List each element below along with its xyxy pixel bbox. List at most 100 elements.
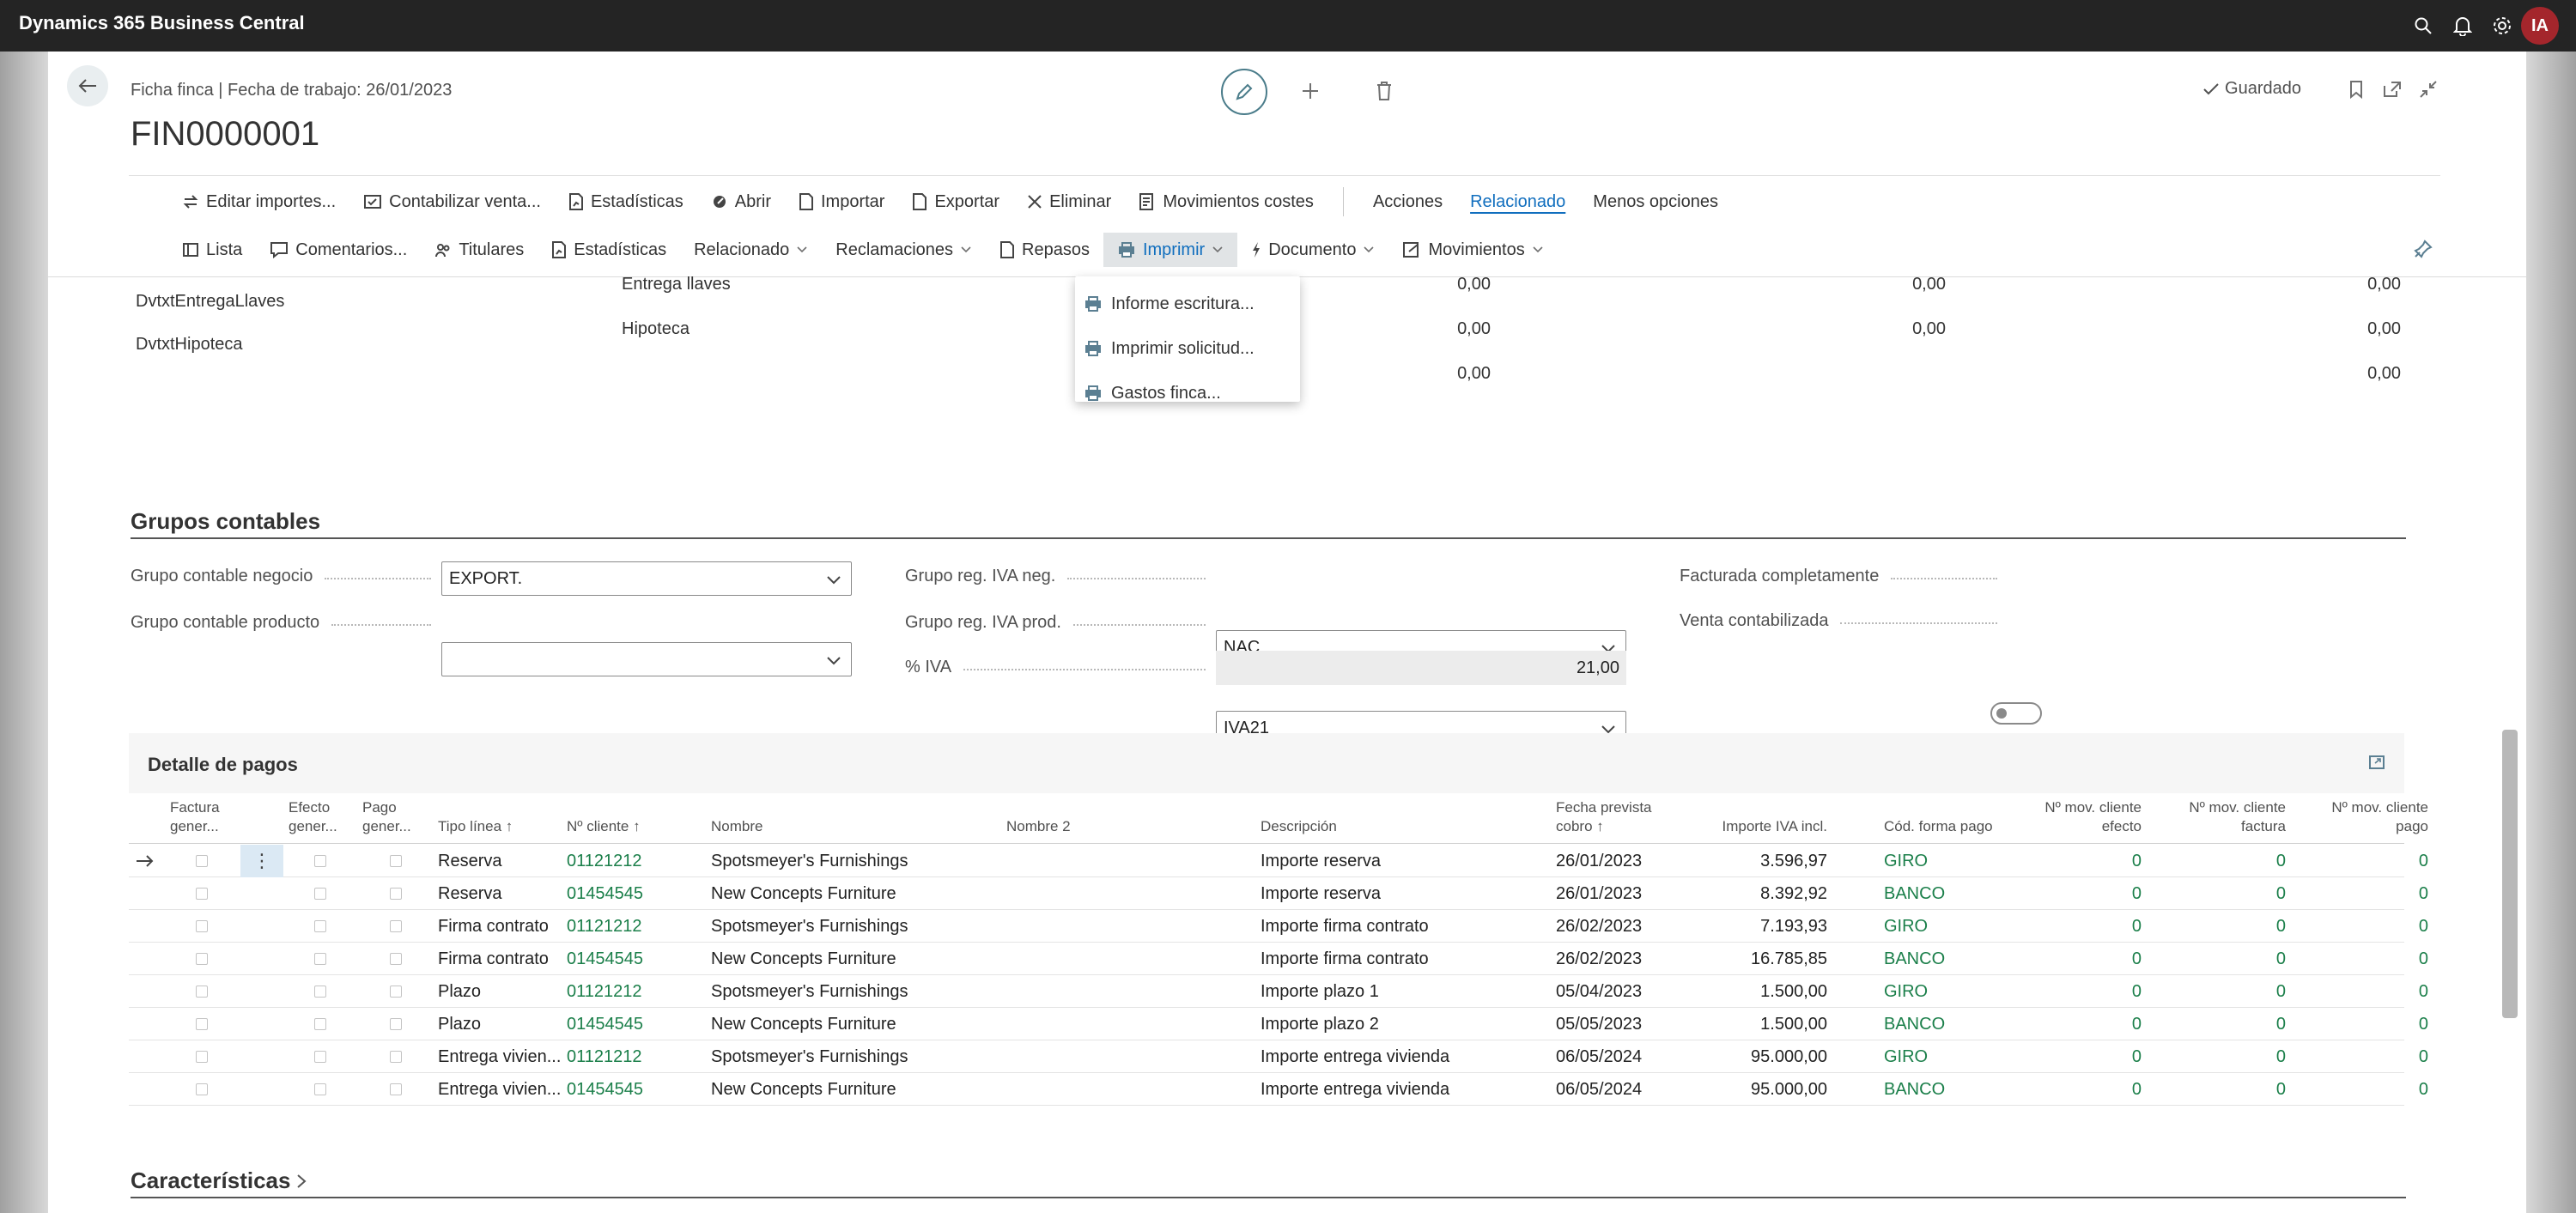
cell-cliente[interactable]: 01454545 <box>567 877 696 910</box>
efecto-checkbox[interactable] <box>314 855 326 867</box>
cell-mov-factura[interactable]: 0 <box>2171 1008 2286 1040</box>
cell-cliente[interactable]: 01121212 <box>567 1040 696 1073</box>
cell-forma[interactable]: BANCO <box>1884 1008 1996 1040</box>
cell-tipo[interactable]: Reserva <box>438 845 562 877</box>
actions-menu[interactable]: Acciones <box>1359 185 1456 219</box>
col-header-nombre2[interactable]: Nombre 2 <box>1006 817 1071 836</box>
new-button[interactable] <box>1293 74 1327 108</box>
cell-nombre[interactable]: New Concepts Furniture <box>711 877 994 910</box>
collapse-icon[interactable] <box>2411 72 2445 106</box>
statistics-action[interactable]: Estadísticas <box>555 185 697 219</box>
cell-forma[interactable]: BANCO <box>1884 1073 1996 1106</box>
table-row[interactable]: Entrega vivien... 01121212 Spotsmeyer's Fu… <box>129 1040 2428 1073</box>
search-icon[interactable] <box>2408 10 2439 41</box>
col-header-mov-pago[interactable]: Nº mov. cliente pago <box>2313 798 2428 836</box>
cell-fecha[interactable]: 26/02/2023 <box>1556 943 1668 975</box>
cell-mov-factura[interactable]: 0 <box>2171 1040 2286 1073</box>
cell-importe[interactable]: 7.193,93 <box>1666 910 1827 943</box>
open-new-window-icon[interactable] <box>2375 72 2409 106</box>
col-header-nombre[interactable]: Nombre <box>711 817 762 836</box>
efecto-checkbox[interactable] <box>314 1018 326 1030</box>
pago-checkbox[interactable] <box>390 920 402 932</box>
table-row[interactable]: Entrega vivien... 01454545 New Concepts Fu… <box>129 1073 2428 1106</box>
cell-nombre[interactable]: Spotsmeyer's Furnishings <box>711 845 994 877</box>
menu-item-gastos-finca[interactable]: Gastos finca... <box>1075 371 1300 415</box>
factura-checkbox[interactable] <box>196 855 208 867</box>
cell-mov-efecto[interactable]: 0 <box>2026 877 2142 910</box>
producto-select[interactable] <box>441 642 852 676</box>
cell-descripcion[interactable]: Importe entrega vivienda <box>1261 1040 1544 1073</box>
menu-item-informe-escritura[interactable]: Informe escritura... <box>1075 282 1300 326</box>
cell-mov-efecto[interactable]: 0 <box>2026 845 2142 877</box>
open-action[interactable]: Abrir <box>697 185 785 219</box>
pin-icon[interactable] <box>2406 232 2440 266</box>
reviews-action[interactable]: Repasos <box>986 233 1103 267</box>
fewer-options-button[interactable]: Menos opciones <box>1579 185 1732 219</box>
cell-mov-pago[interactable]: 0 <box>2313 910 2428 943</box>
table-row[interactable]: Firma contrato 01454545 New Concepts Furni… <box>129 943 2428 975</box>
cell-forma[interactable]: GIRO <box>1884 1040 1996 1073</box>
cell-importe[interactable]: 8.392,92 <box>1666 877 1827 910</box>
pago-checkbox[interactable] <box>390 888 402 900</box>
cell-forma[interactable]: GIRO <box>1884 845 1996 877</box>
cell-fecha[interactable]: 05/05/2023 <box>1556 1008 1668 1040</box>
cell-mov-pago[interactable]: 0 <box>2313 845 2428 877</box>
cell-descripcion[interactable]: Importe entrega vivienda <box>1261 1073 1544 1106</box>
cell-nombre[interactable]: New Concepts Furniture <box>711 943 994 975</box>
avatar[interactable]: IA <box>2521 7 2559 45</box>
holders-action[interactable]: Titulares <box>421 233 538 267</box>
col-header-pago[interactable]: Pago gener... <box>362 798 411 836</box>
table-row[interactable]: Plazo 01454545 New Concepts Furniture Impor… <box>129 1008 2428 1040</box>
cell-importe[interactable]: 16.785,85 <box>1666 943 1827 975</box>
entries-submenu[interactable]: Movimientos <box>1388 233 1557 267</box>
cell-descripcion[interactable]: Importe firma contrato <box>1261 910 1544 943</box>
cell-cliente[interactable]: 01454545 <box>567 1008 696 1040</box>
cell-descripcion[interactable]: Importe firma contrato <box>1261 943 1544 975</box>
cell-cliente[interactable]: 01454545 <box>567 1073 696 1106</box>
cell-fecha[interactable]: 06/05/2024 <box>1556 1040 1668 1073</box>
cell-mov-factura[interactable]: 0 <box>2171 845 2286 877</box>
cell-tipo[interactable]: Firma contrato <box>438 943 562 975</box>
print-submenu[interactable]: Imprimir <box>1103 233 1238 267</box>
cell-descripcion[interactable]: Importe plazo 2 <box>1261 1008 1544 1040</box>
document-submenu[interactable]: Documento <box>1237 233 1388 267</box>
cell-nombre[interactable]: Spotsmeyer's Furnishings <box>711 1040 994 1073</box>
cell-nombre[interactable]: Spotsmeyer's Furnishings <box>711 975 994 1008</box>
import-action[interactable]: Importar <box>785 185 898 219</box>
cell-cliente[interactable]: 01121212 <box>567 845 696 877</box>
cell-importe[interactable]: 95.000,00 <box>1666 1040 1827 1073</box>
cell-importe[interactable]: 95.000,00 <box>1666 1073 1827 1106</box>
cell-mov-efecto[interactable]: 0 <box>2026 975 2142 1008</box>
page-scrollbar-thumb[interactable] <box>2502 730 2518 1018</box>
cell-mov-factura[interactable]: 0 <box>2171 910 2286 943</box>
cell-descripcion[interactable]: Importe reserva <box>1261 845 1544 877</box>
cell-descripcion[interactable]: Importe plazo 1 <box>1261 975 1544 1008</box>
factura-checkbox[interactable] <box>196 986 208 998</box>
cell-mov-pago[interactable]: 0 <box>2313 943 2428 975</box>
cell-cliente[interactable]: 01121212 <box>567 975 696 1008</box>
cell-fecha[interactable]: 06/05/2024 <box>1556 1073 1668 1106</box>
cell-nombre[interactable]: New Concepts Furniture <box>711 1008 994 1040</box>
statistics-related-action[interactable]: Estadísticas <box>538 233 680 267</box>
bookmark-icon[interactable] <box>2339 72 2373 106</box>
cell-mov-pago[interactable]: 0 <box>2313 877 2428 910</box>
negocio-select[interactable]: EXPORT. <box>441 561 852 596</box>
col-header-importe[interactable]: Importe IVA incl. <box>1666 817 1827 836</box>
cell-mov-pago[interactable]: 0 <box>2313 1073 2428 1106</box>
cell-mov-factura[interactable]: 0 <box>2171 1073 2286 1106</box>
cell-forma[interactable]: BANCO <box>1884 877 1996 910</box>
cell-nombre[interactable]: Spotsmeyer's Furnishings <box>711 910 994 943</box>
cell-importe[interactable]: 3.596,97 <box>1666 845 1827 877</box>
cell-mov-efecto[interactable]: 0 <box>2026 910 2142 943</box>
col-header-forma[interactable]: Cód. forma pago <box>1884 817 1993 836</box>
col-header-mov-efecto[interactable]: Nº mov. cliente efecto <box>2026 798 2142 836</box>
factura-checkbox[interactable] <box>196 888 208 900</box>
cell-importe[interactable]: 1.500,00 <box>1666 975 1827 1008</box>
col-header-efecto[interactable]: Efecto gener... <box>289 798 337 836</box>
efecto-checkbox[interactable] <box>314 1051 326 1063</box>
col-header-mov-factura[interactable]: Nº mov. cliente factura <box>2171 798 2286 836</box>
cell-forma[interactable]: GIRO <box>1884 910 1996 943</box>
cell-mov-efecto[interactable]: 0 <box>2026 1040 2142 1073</box>
table-row[interactable]: ⋮ Reserva 01121212 Spotsmeyer's Furnishings… <box>129 845 2428 877</box>
section-title-caracteristicas[interactable]: Características <box>131 1168 307 1194</box>
